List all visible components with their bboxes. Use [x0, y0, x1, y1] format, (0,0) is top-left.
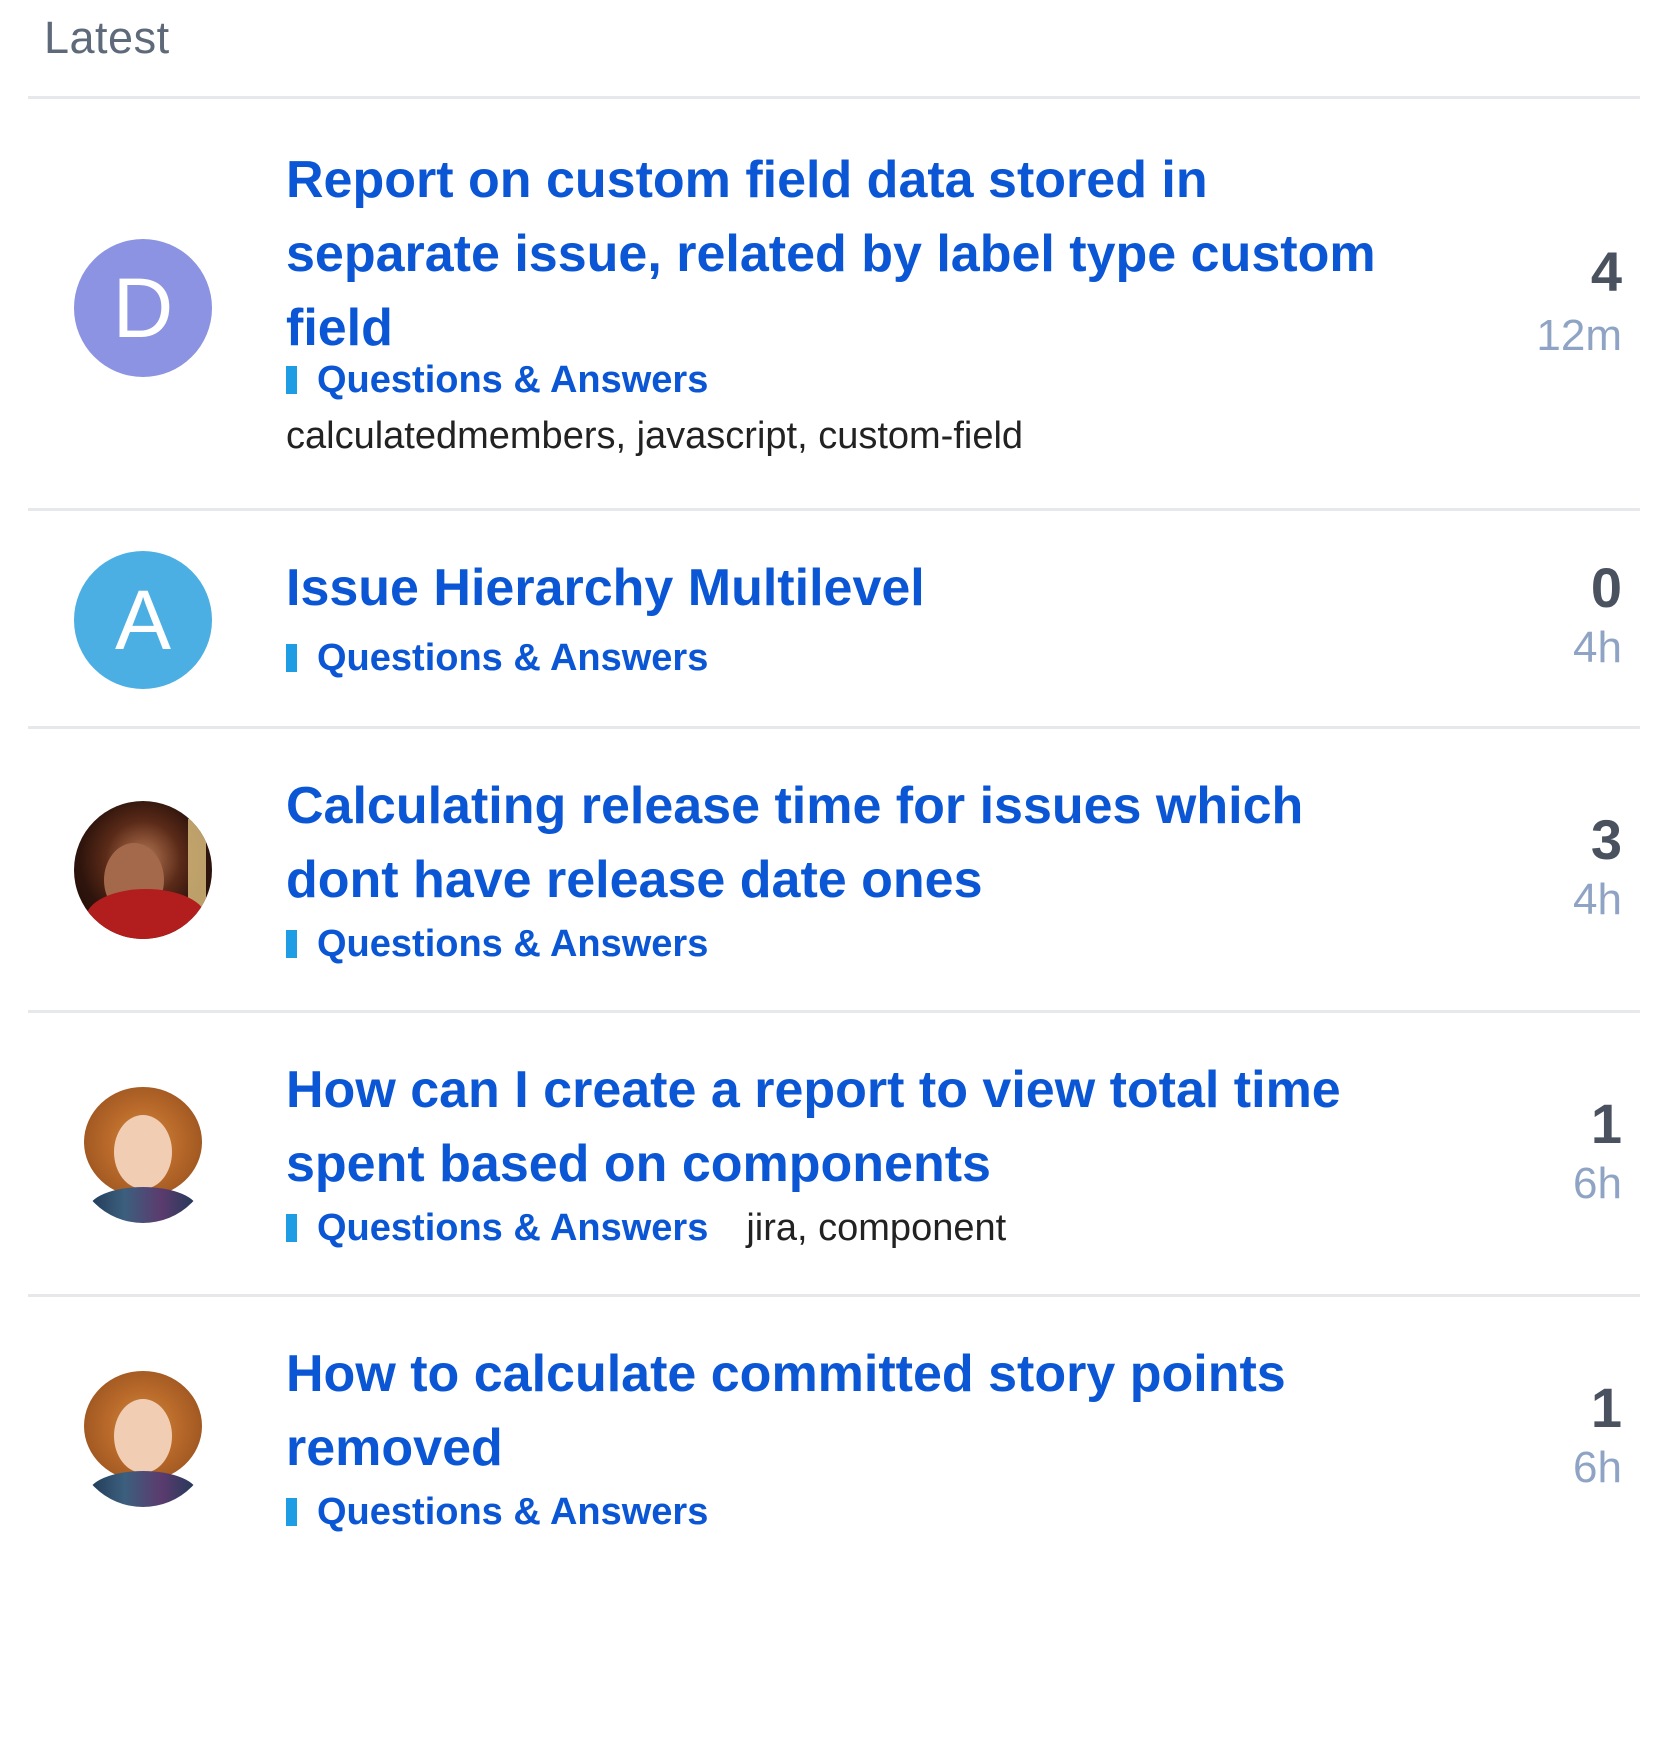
user-avatar-photo[interactable] — [74, 1085, 212, 1223]
category-color-bar — [286, 1498, 297, 1526]
reply-count[interactable]: 1 — [1591, 1375, 1622, 1440]
activity-age[interactable]: 6h — [1573, 1443, 1622, 1493]
topic-meta: Questions & Answers — [286, 357, 708, 403]
user-avatar[interactable]: D — [74, 239, 212, 377]
topic-tags[interactable]: calculatedmembers, javascript, custom-fi… — [286, 415, 1023, 458]
topic-row: How can I create a report to view total … — [28, 1010, 1640, 1294]
category-color-bar — [286, 366, 297, 394]
topic-title-link[interactable]: Issue Hierarchy Multilevel — [286, 551, 1376, 625]
category-link[interactable]: Questions & Answers — [317, 359, 708, 402]
topic-title-link[interactable]: Report on custom field data stored in se… — [286, 143, 1376, 365]
topic-row: How to calculate committed story points … — [28, 1294, 1640, 1594]
avatar-photo-detail — [114, 1115, 172, 1189]
avatar-photo-detail — [88, 1471, 198, 1507]
category-color-bar — [286, 930, 297, 958]
user-avatar[interactable]: A — [74, 551, 212, 689]
topic-meta: Questions & Answers jira, component — [286, 1205, 1006, 1251]
avatar-photo-detail — [114, 1399, 172, 1473]
avatar-photo-detail — [88, 1187, 198, 1223]
section-title: Latest — [44, 12, 170, 63]
category-link[interactable]: Questions & Answers — [317, 923, 708, 966]
reply-count[interactable]: 3 — [1591, 807, 1622, 872]
topic-meta: Questions & Answers — [286, 635, 708, 681]
topic-title-link[interactable]: Calculating release time for issues whic… — [286, 769, 1376, 917]
topic-row: Calculating release time for issues whic… — [28, 726, 1640, 1010]
avatar-letter: D — [112, 260, 174, 355]
reply-count[interactable]: 1 — [1591, 1091, 1622, 1156]
user-avatar-photo[interactable] — [74, 801, 212, 939]
category-link[interactable]: Questions & Answers — [317, 637, 708, 680]
activity-age[interactable]: 4h — [1573, 623, 1622, 673]
topic-title-link[interactable]: How to calculate committed story points … — [286, 1337, 1376, 1485]
user-avatar-photo[interactable] — [74, 1369, 212, 1507]
reply-count[interactable]: 4 — [1591, 239, 1622, 304]
avatar-photo-detail — [86, 889, 206, 939]
category-color-bar — [286, 1214, 297, 1242]
topic-meta: Questions & Answers — [286, 921, 708, 967]
topic-tags[interactable]: jira, component — [746, 1207, 1006, 1250]
category-color-bar — [286, 644, 297, 672]
topic-title-link[interactable]: How can I create a report to view total … — [286, 1053, 1376, 1201]
topic-meta: Questions & Answers — [286, 1489, 708, 1535]
avatar-letter: A — [114, 572, 172, 667]
activity-age[interactable]: 6h — [1573, 1159, 1622, 1209]
latest-topics-panel: Latest D Report on custom field data sto… — [0, 0, 1666, 1754]
reply-count[interactable]: 0 — [1591, 555, 1622, 620]
topic-row: D Report on custom field data stored in … — [28, 96, 1640, 508]
topic-row: A Issue Hierarchy Multilevel Questions &… — [28, 508, 1640, 726]
activity-age[interactable]: 12m — [1536, 311, 1622, 361]
category-link[interactable]: Questions & Answers — [317, 1491, 708, 1534]
category-link[interactable]: Questions & Answers — [317, 1207, 708, 1250]
activity-age[interactable]: 4h — [1573, 875, 1622, 925]
